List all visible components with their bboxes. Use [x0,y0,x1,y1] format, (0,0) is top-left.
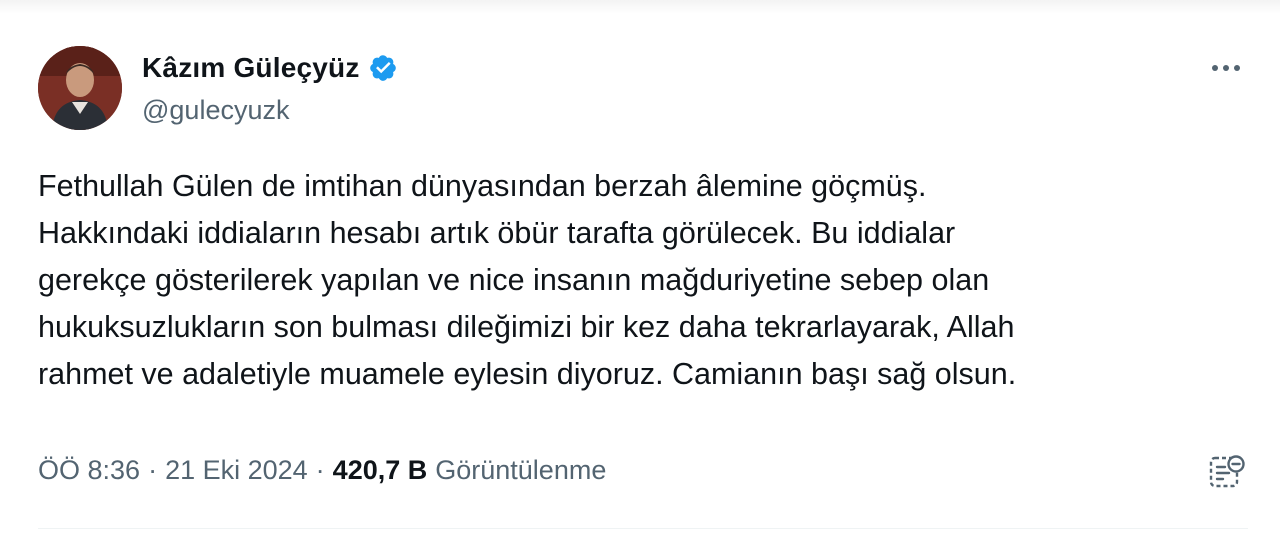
tweet-line: Fethullah Gülen de imtihan dünyasından b… [38,169,927,203]
views-count: 420,7 B [332,455,428,485]
tweet-meta: ÖÖ 8:36 · 21 Eki 2024 · 420,7 B Görüntül… [38,455,606,486]
author-handle[interactable]: @gulecyuzk [142,95,289,126]
meta-separator: · [148,455,158,485]
tweet-line: rahmet ve adaletiyle muamele eylesin diy… [38,357,1017,391]
more-options-icon[interactable] [1208,60,1244,76]
avatar[interactable] [38,46,122,130]
divider [38,528,1248,529]
avatar-image [38,46,122,130]
verified-badge-icon [368,53,398,83]
tweet-date[interactable]: 21 Eki 2024 [165,455,308,486]
top-edge [0,0,1280,14]
tweet-line: Hakkındaki iddiaların hesabı artık öbür … [38,216,956,250]
analytics-icon[interactable] [1206,452,1246,492]
views-label: Görüntülenme [435,455,607,485]
display-name[interactable]: Kâzım Güleçyüz [142,52,360,84]
tweet-line: gerekçe gösterilerek yapılan ve nice ins… [38,263,990,297]
meta-separator: · [315,455,325,485]
author-name-row: Kâzım Güleçyüz [142,52,398,84]
tweet-text: Fethullah Gülen de imtihan dünyasından b… [38,163,1248,398]
tweet-line: hukuksuzlukların son bulması dileğimizi … [38,310,1015,344]
tweet-time[interactable]: ÖÖ 8:36 [38,455,140,486]
tweet-card: Kâzım Güleçyüz @gulecyuzk Fethullah Güle… [0,0,1280,552]
